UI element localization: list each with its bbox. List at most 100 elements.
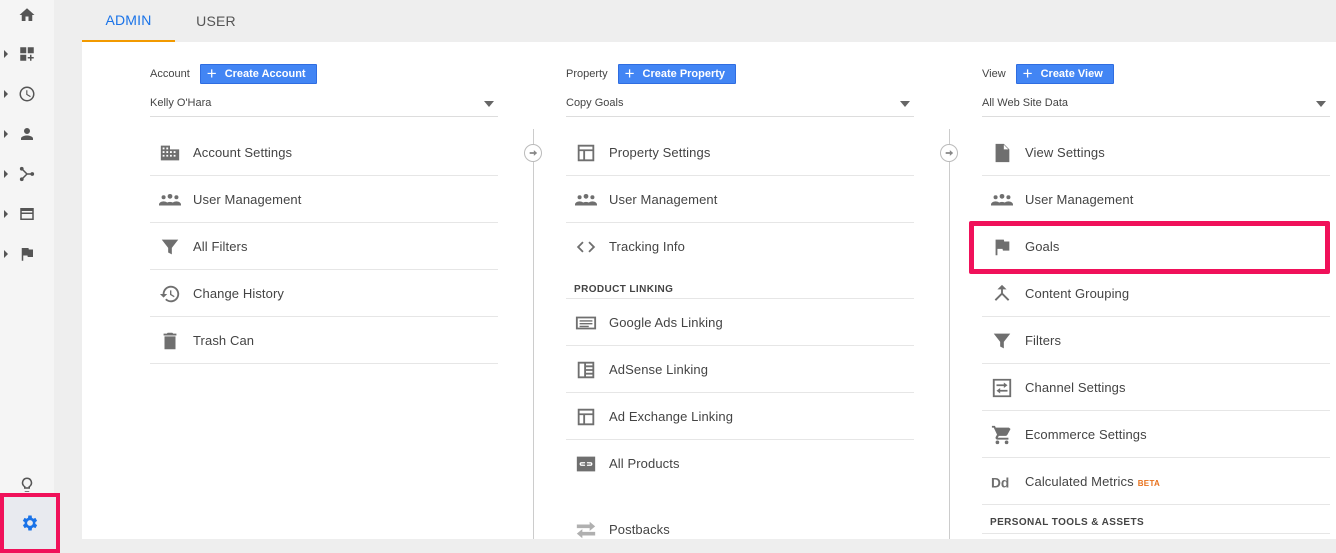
people-icon bbox=[990, 189, 1014, 211]
expand-caret-icon bbox=[4, 170, 8, 178]
menu-item-filters[interactable]: Filters bbox=[982, 317, 1330, 364]
menu-item-ad-exchange-linking[interactable]: Ad Exchange Linking bbox=[566, 393, 914, 440]
menu-item-label: Tracking Info bbox=[609, 239, 685, 254]
view-header: View + Create View bbox=[982, 64, 1114, 84]
beta-badge: BETA bbox=[1137, 478, 1161, 488]
menu-item-label: User Management bbox=[609, 191, 718, 207]
menu-item-google-ads-linking[interactable]: Google Ads Linking bbox=[566, 299, 914, 346]
account-selected: Kelly O'Hara bbox=[150, 97, 212, 109]
menu-item-change-history[interactable]: Change History bbox=[150, 270, 498, 317]
expand-caret-icon bbox=[4, 90, 8, 98]
menu-item-label: Change History bbox=[193, 285, 284, 301]
flag-icon bbox=[21, 248, 33, 261]
customization-nav[interactable] bbox=[0, 39, 54, 69]
menu-item-account-settings[interactable]: Account Settings bbox=[150, 129, 498, 176]
menu-item-view-settings[interactable]: View Settings bbox=[982, 129, 1330, 176]
menu-item-label: AdSense Linking bbox=[609, 361, 709, 377]
menu-item-label: Ad Exchange Linking bbox=[609, 408, 734, 424]
menu-item-label: View Settings bbox=[1025, 144, 1105, 160]
link-icon bbox=[574, 453, 598, 475]
menu-item-adsense-linking[interactable]: AdSense Linking bbox=[566, 346, 914, 393]
menu-item-all-filters[interactable]: All Filters bbox=[150, 223, 498, 270]
product-linking-heading: PRODUCT LINKING bbox=[566, 270, 914, 299]
menu-item-content-grouping[interactable]: Content Grouping bbox=[982, 270, 1330, 317]
postback-icon bbox=[574, 519, 598, 541]
filter-icon bbox=[990, 330, 1014, 352]
menu-item-label: User Management bbox=[1025, 191, 1134, 207]
menu-item-user-management[interactable]: User Management bbox=[982, 176, 1330, 223]
home-nav[interactable] bbox=[0, 0, 54, 30]
view-menu: View Settings User Management Goals Cont… bbox=[982, 129, 1330, 534]
menu-item-trash-can[interactable]: Trash Can bbox=[150, 317, 498, 364]
trash-icon bbox=[158, 330, 182, 352]
property-selector[interactable]: Copy Goals bbox=[566, 95, 914, 117]
people-icon bbox=[158, 189, 182, 211]
home-icon bbox=[19, 8, 35, 21]
menu-item-all-products[interactable]: All Products bbox=[566, 440, 914, 487]
create-account-button[interactable]: + Create Account bbox=[199, 64, 317, 84]
menu-item-user-management[interactable]: User Management bbox=[150, 176, 498, 223]
menu-item-user-management[interactable]: User Management bbox=[566, 176, 914, 223]
building-icon bbox=[158, 142, 182, 164]
layout-icon bbox=[574, 142, 598, 164]
history-icon bbox=[158, 283, 182, 305]
clock-icon bbox=[19, 86, 35, 102]
tab-admin[interactable]: ADMIN bbox=[82, 0, 175, 42]
menu-item-postbacks[interactable]: Postbacks bbox=[566, 506, 914, 553]
menu-item-goals[interactable]: Goals bbox=[982, 223, 1330, 270]
acquisition-nav[interactable] bbox=[0, 159, 54, 189]
view-selected: All Web Site Data bbox=[982, 97, 1069, 109]
account-header: Account + Create Account bbox=[150, 64, 317, 84]
dropdown-arrow-icon bbox=[484, 101, 494, 107]
admin-nav[interactable] bbox=[0, 493, 60, 553]
create-property-label: Create Property bbox=[642, 68, 726, 80]
channel-icon bbox=[990, 377, 1014, 399]
svg-text:Dd: Dd bbox=[991, 476, 1009, 491]
menu-item-label: Account Settings bbox=[193, 144, 293, 160]
arrow-right-icon bbox=[524, 144, 542, 162]
code-icon bbox=[574, 236, 598, 258]
view-selector[interactable]: All Web Site Data bbox=[982, 95, 1330, 117]
dropdown-arrow-icon bbox=[900, 101, 910, 107]
document-icon bbox=[990, 142, 1014, 164]
arrow-right-icon bbox=[940, 144, 958, 162]
column-divider bbox=[533, 129, 534, 539]
grouping-icon bbox=[990, 283, 1014, 305]
menu-item-property-settings[interactable]: Property Settings bbox=[566, 129, 914, 176]
property-selected: Copy Goals bbox=[566, 97, 624, 109]
account-selector[interactable]: Kelly O'Hara bbox=[150, 95, 498, 117]
tab-user[interactable]: USER bbox=[175, 0, 257, 42]
menu-item-ecommerce-settings[interactable]: Ecommerce Settings bbox=[982, 411, 1330, 458]
plus-icon: + bbox=[624, 64, 635, 83]
property-menu: Property Settings User Management Tracki… bbox=[566, 129, 914, 553]
personal-tools-heading: PERSONAL TOOLS & ASSETS bbox=[982, 505, 1330, 534]
calculated-metrics-text: Calculated Metrics bbox=[1025, 473, 1134, 489]
menu-item-label: Goals bbox=[1025, 238, 1060, 254]
dashboard-plus-icon bbox=[20, 47, 34, 61]
menu-item-calculated-metrics[interactable]: Dd Calculated Metrics BETA bbox=[982, 458, 1330, 505]
realtime-nav[interactable] bbox=[0, 79, 54, 109]
column-divider bbox=[949, 129, 950, 539]
menu-item-label: Channel Settings bbox=[1025, 379, 1126, 395]
acquisition-icon bbox=[19, 166, 35, 182]
create-view-label: Create View bbox=[1040, 68, 1103, 80]
menu-item-channel-settings[interactable]: Channel Settings bbox=[982, 364, 1330, 411]
behavior-icon bbox=[20, 208, 34, 220]
menu-item-label: Calculated Metrics BETA bbox=[1025, 474, 1160, 489]
person-icon bbox=[21, 128, 33, 140]
people-icon bbox=[574, 189, 598, 211]
menu-item-label: Property Settings bbox=[609, 144, 711, 160]
menu-item-label: Ecommerce Settings bbox=[1025, 426, 1147, 442]
layout-icon bbox=[574, 406, 598, 428]
menu-item-tracking-info[interactable]: Tracking Info bbox=[566, 223, 914, 270]
create-property-button[interactable]: + Create Property bbox=[617, 64, 737, 84]
conversions-nav[interactable] bbox=[0, 239, 54, 269]
menu-item-label: Content Grouping bbox=[1025, 285, 1130, 301]
menu-item-label: Postbacks bbox=[609, 522, 670, 537]
create-view-button[interactable]: + Create View bbox=[1015, 64, 1114, 84]
audience-nav[interactable] bbox=[0, 119, 54, 149]
ads-icon bbox=[574, 312, 598, 334]
view-label: View bbox=[982, 68, 1006, 80]
behavior-nav[interactable] bbox=[0, 199, 54, 229]
account-menu: Account Settings User Management All Fil… bbox=[150, 129, 498, 364]
